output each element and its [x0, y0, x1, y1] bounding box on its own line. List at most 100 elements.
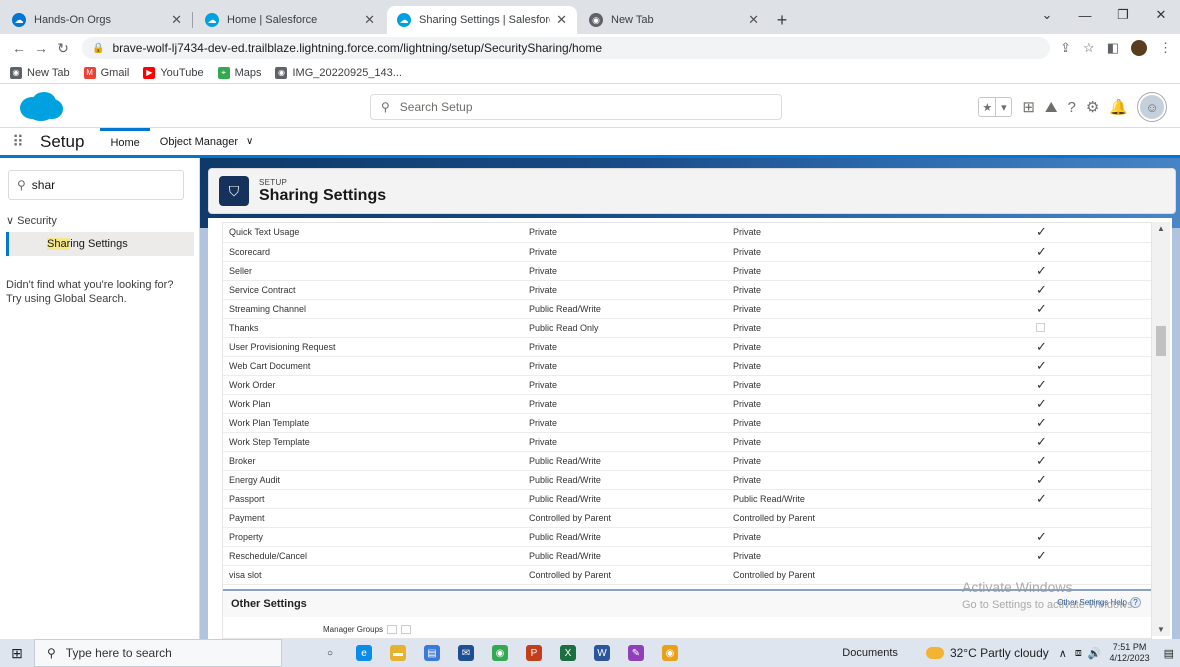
lock-icon[interactable]: 🔒	[92, 43, 104, 54]
favorites-dropdown-icon[interactable]: ▾	[995, 98, 1011, 116]
default-internal-access-cell: Private	[529, 341, 558, 352]
close-tab-icon[interactable]: ✕	[364, 12, 375, 28]
default-internal-access-cell: Public Read Only	[529, 322, 599, 333]
sharing-settings-panel: Quick Text Usage Private Private ✓ Scorecard…	[222, 222, 1152, 639]
quick-find-input[interactable]: ⚲ shar	[8, 170, 184, 200]
bookmark-img[interactable]: ◉ IMG_20220925_143...	[275, 66, 402, 79]
shield-icon: ⛉	[219, 176, 249, 206]
back-icon[interactable]: ←	[8, 40, 30, 56]
default-external-access-cell: Private	[733, 303, 762, 314]
browser-tab-hands-on-orgs[interactable]: ☁ Hands-On Orgs ✕	[2, 6, 192, 34]
close-tab-icon[interactable]: ✕	[556, 12, 567, 28]
notifications-icon[interactable]: ▤	[1164, 647, 1174, 660]
bookmark-maps[interactable]: ⌖ Maps	[217, 66, 261, 79]
share-icon[interactable]: ⇪	[1060, 40, 1071, 56]
app-launcher-icon[interactable]: ⠿	[0, 128, 36, 155]
forward-icon[interactable]: →	[30, 40, 52, 56]
chrome-icon[interactable]: ◉	[492, 645, 508, 661]
file-explorer-icon[interactable]: ▬	[390, 645, 406, 661]
documents-toolbar[interactable]: Documents	[842, 647, 898, 659]
tray-chevron-icon[interactable]: ∧	[1059, 647, 1067, 660]
content-scrollbar[interactable]: ▲ ▼	[1152, 222, 1170, 636]
powerpoint-icon[interactable]: P	[526, 645, 542, 661]
tree-section-security[interactable]: ∨ Security	[6, 214, 57, 227]
default-external-access-cell: Private	[733, 360, 762, 371]
notifications-bell-icon[interactable]: 🔔	[1109, 98, 1128, 116]
side-panel-icon[interactable]: ◧	[1107, 40, 1119, 56]
clock-time: 7:51 PM	[1112, 642, 1147, 652]
default-internal-access-cell: Controlled by Parent	[529, 569, 612, 580]
checkmark-icon: ✓	[1036, 547, 1047, 563]
weather-widget[interactable]: 32°C Partly cloudy	[925, 646, 1049, 660]
favorites-star-icon[interactable]: ★	[979, 98, 995, 116]
bookmark-youtube[interactable]: ▶ YouTube	[143, 66, 204, 79]
setup-gear-icon[interactable]: ⚙	[1086, 98, 1099, 116]
bookmark-gmail[interactable]: M Gmail	[83, 66, 129, 79]
windows-start-icon[interactable]: ⊞	[0, 645, 34, 662]
user-avatar[interactable]: ☺	[1138, 93, 1166, 121]
tree-section-label: Security	[17, 215, 57, 227]
bookmark-new-tab[interactable]: ◉ New Tab	[10, 66, 70, 79]
browser-tab-home-salesforce[interactable]: ☁ Home | Salesforce ✕	[195, 6, 385, 34]
task-view-icon[interactable]: ○	[322, 645, 338, 661]
volume-icon[interactable]: 🔊	[1088, 647, 1102, 660]
object-name-cell: Energy Audit	[229, 474, 281, 485]
excel-icon[interactable]: X	[560, 645, 576, 661]
scrollbar-thumb[interactable]	[1156, 326, 1166, 356]
checkmark-icon: ✓	[1036, 452, 1047, 468]
url-bar[interactable]: 🔒 brave-wolf-lj7434-dev-ed.trailblaze.li…	[82, 37, 1051, 59]
table-row: Scorecard Private Private ✓	[223, 242, 1151, 261]
clock-date: 4/12/2023	[1109, 653, 1150, 663]
clock[interactable]: 7:51 PM 4/12/2023	[1110, 642, 1150, 664]
restore-icon[interactable]: ❐	[1104, 0, 1142, 30]
word-icon[interactable]: W	[594, 645, 610, 661]
tree-item-sharing-settings[interactable]: Shar ing Settings	[6, 232, 194, 256]
bookmark-star-icon[interactable]: ☆	[1083, 40, 1095, 56]
object-name-cell: Quick Text Usage	[229, 227, 300, 238]
default-external-access-cell: Private	[733, 322, 762, 333]
browser-tab-sharing-settings[interactable]: ☁ Sharing Settings | Salesforce ✕	[387, 6, 577, 34]
browser-icon[interactable]: ◉	[662, 645, 678, 661]
salesforce-logo[interactable]	[18, 90, 64, 122]
tab-object-manager[interactable]: Object Manager ∨	[150, 128, 264, 155]
new-tab-button[interactable]: +	[769, 6, 795, 34]
browser-menu-icon[interactable]: ⋮	[1159, 40, 1172, 56]
edge-icon[interactable]: e	[356, 645, 372, 661]
close-tab-icon[interactable]: ✕	[171, 12, 182, 28]
paint-icon[interactable]: ✎	[628, 645, 644, 661]
tab-home[interactable]: Home	[100, 128, 150, 155]
trailhead-icon[interactable]: ⛰	[1045, 99, 1058, 116]
scroll-down-icon[interactable]: ▼	[1152, 625, 1170, 634]
store-icon[interactable]: ▤	[424, 645, 440, 661]
table-row: Work Plan Private Private ✓	[223, 394, 1151, 413]
close-window-icon[interactable]: ✕	[1142, 0, 1180, 30]
close-tab-icon[interactable]: ✕	[748, 12, 759, 28]
chevron-down-icon[interactable]: ∨	[246, 136, 253, 147]
reload-icon[interactable]: ↻	[52, 40, 74, 57]
mail-icon[interactable]: ✉	[458, 645, 474, 661]
default-external-access-cell: Private	[733, 379, 762, 390]
browser-tab-new-tab[interactable]: ◉ New Tab ✕	[579, 6, 769, 34]
scroll-up-icon[interactable]: ▲	[1152, 224, 1170, 233]
default-external-access-cell: Private	[733, 531, 762, 542]
address-toolbar: ← → ↻ 🔒 brave-wolf-lj7434-dev-ed.trailbl…	[0, 34, 1180, 62]
default-internal-access-cell: Public Read/Write	[529, 531, 601, 542]
tab-search-icon[interactable]: ⌄	[1028, 0, 1066, 30]
help-icon[interactable]: ?	[1068, 99, 1076, 116]
setup-nav-bar: ⠿ Setup Home Object Manager ∨	[0, 128, 1180, 158]
object-name-cell: Payment	[229, 512, 265, 523]
network-icon[interactable]: ⧈	[1075, 647, 1082, 660]
manager-groups-checkbox[interactable]	[387, 625, 398, 634]
profile-avatar[interactable]	[1131, 40, 1147, 56]
table-row: Streaming Channel Public Read/Write Privat…	[223, 299, 1151, 318]
table-row: Service Contract Private Private ✓	[223, 280, 1151, 299]
maps-icon: ⌖	[217, 66, 230, 79]
info-icon[interactable]	[401, 625, 412, 634]
default-external-access-cell: Private	[733, 284, 762, 295]
taskbar-apps: ○ e ▬ ▤ ✉ ◉ P X W ✎ ◉	[322, 645, 678, 661]
global-create-icon[interactable]: ⊞	[1022, 98, 1035, 116]
setup-search-input[interactable]: ⚲ Search Setup	[370, 94, 782, 120]
default-internal-access-cell: Public Read/Write	[529, 474, 601, 485]
taskbar-search-input[interactable]: ⚲ Type here to search	[34, 639, 282, 667]
minimize-icon[interactable]: —	[1066, 0, 1104, 30]
